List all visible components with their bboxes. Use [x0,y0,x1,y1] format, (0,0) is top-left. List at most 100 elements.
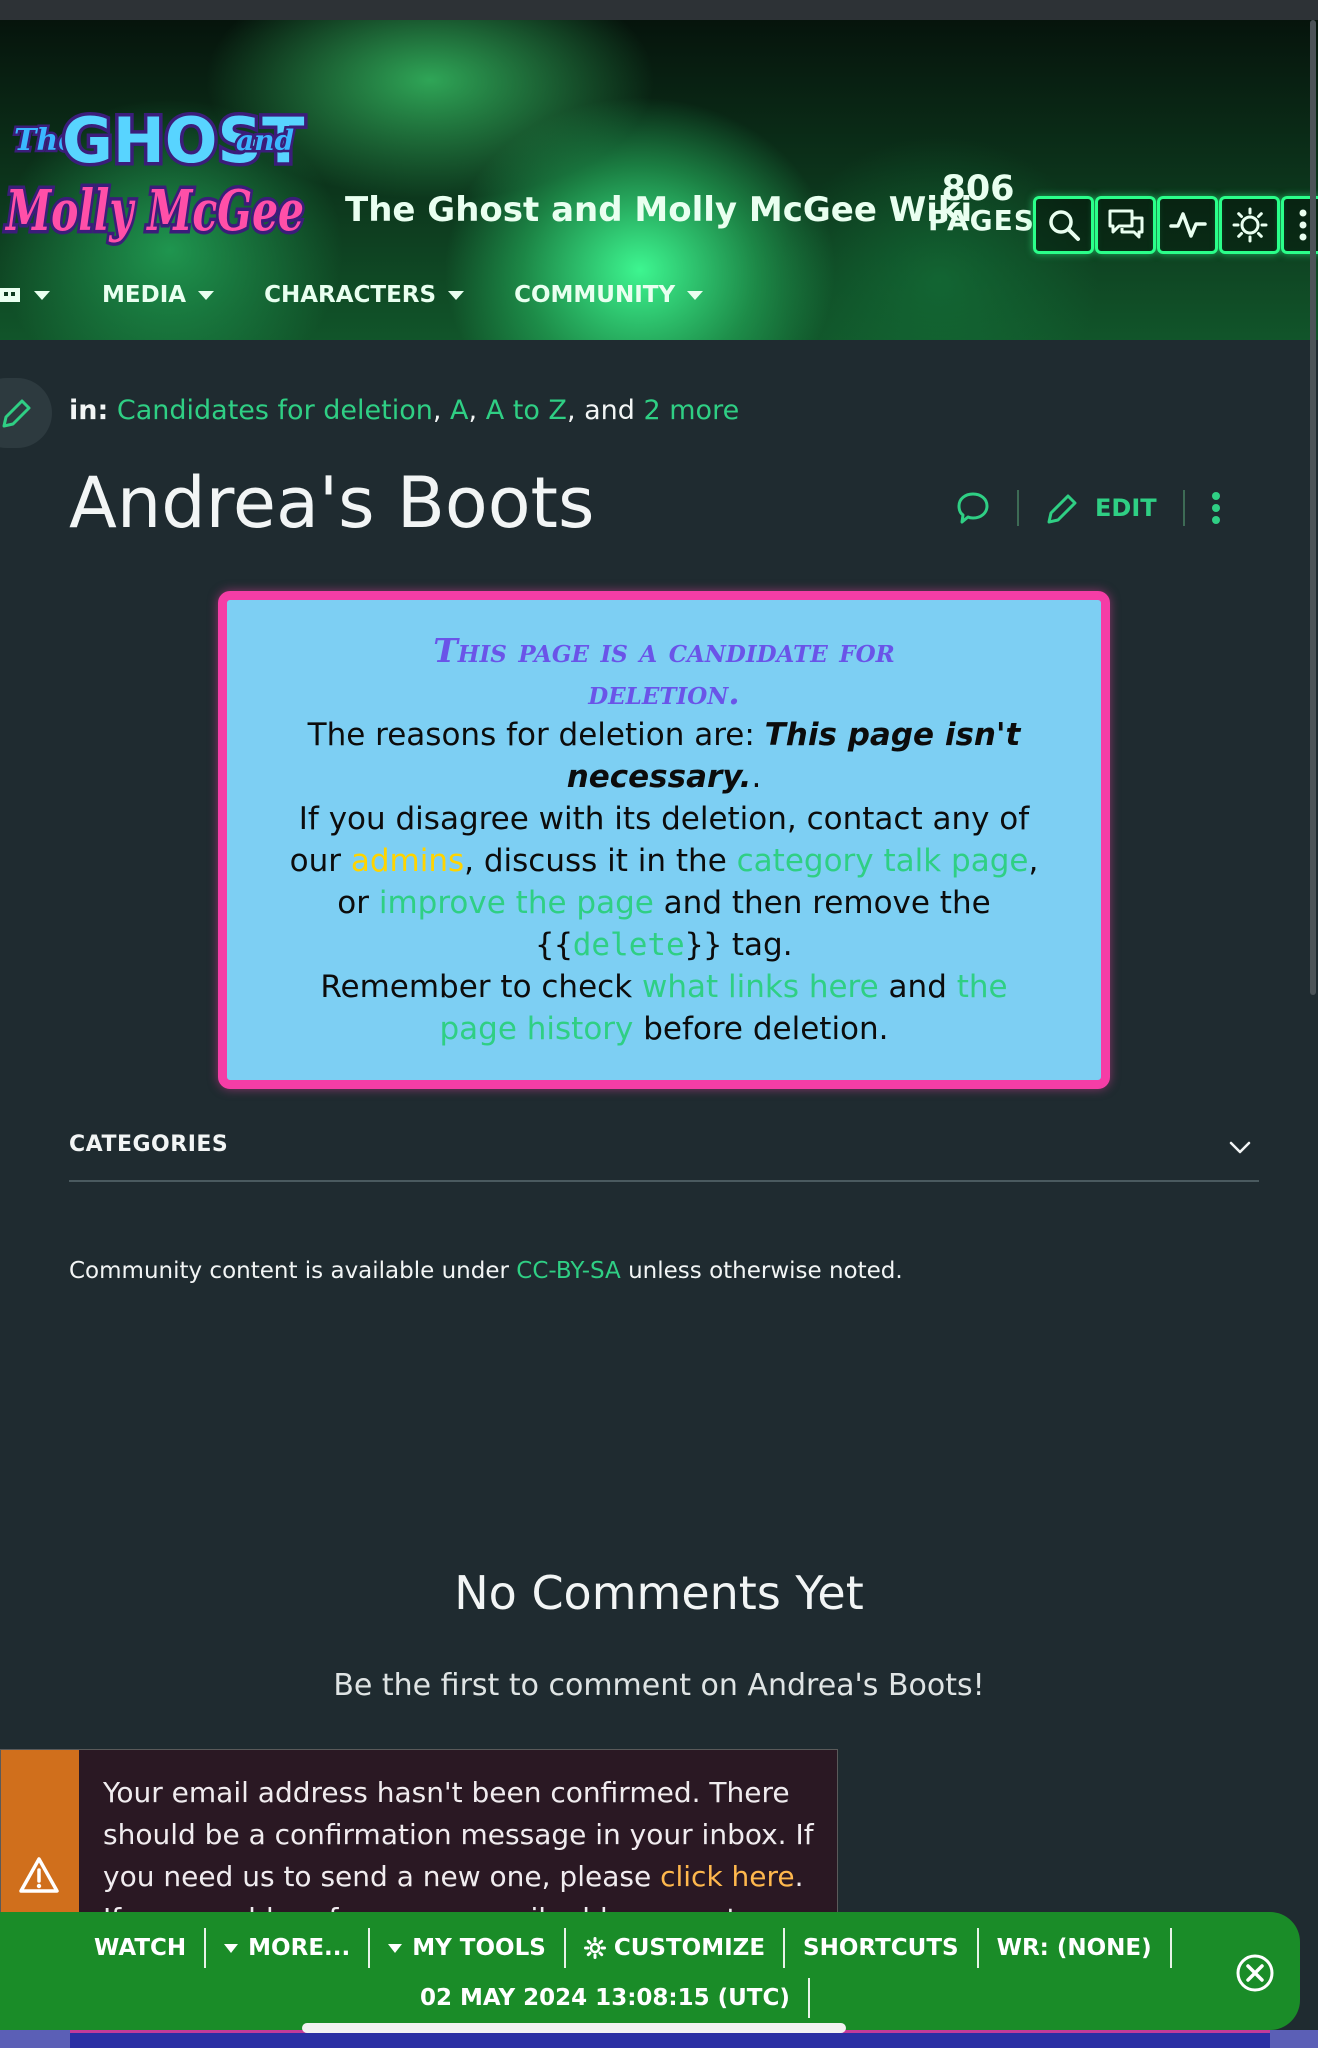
header-tools [1033,196,1318,254]
more-categories-link[interactable]: 2 more [644,395,740,426]
deletion-notice-heading: This page is a candidate for deletion. [433,631,895,712]
wiki-title[interactable]: The Ghost and Molly McGee Wiki [345,190,972,230]
theme-button[interactable] [1219,196,1280,254]
theme-icon [1232,207,1267,243]
license-notice: Community content is available under CC-… [69,1258,903,1284]
toolbar-row: WATCH MORE... MY TOOLS CUSTOMIZE SHORTCU… [76,1926,1172,1970]
browser-top-strip [0,0,1318,20]
in-label: in: [69,395,109,426]
shortcuts-button[interactable]: SHORTCUTS [785,1928,979,1968]
discussions-icon [1108,209,1143,239]
watch-button[interactable]: WATCH [76,1928,207,1968]
and-text: , and [566,395,635,426]
improve-page-link[interactable]: improve the page [379,885,654,921]
search-icon [1048,210,1080,241]
divider [1182,490,1185,526]
disagree-text: , discuss it in the [464,843,737,879]
my-tools-button[interactable]: MY TOOLS [370,1928,566,1968]
gear-icon [583,1937,606,1959]
discussions-button[interactable] [1095,196,1156,254]
wr-label: WR: (NONE) [996,1935,1152,1961]
nav-item-characters[interactable]: CHARACTERS [264,282,465,308]
category-breadcrumb: in: Candidates for deletion, A, A to Z, … [69,395,740,426]
warning-icon [19,1857,59,1893]
nav-item-label: MEDIA [102,282,187,308]
categories-toggle[interactable]: CATEGORIES [69,1132,1259,1182]
what-links-here-link[interactable]: what links here [642,969,879,1005]
nav-item-label: CHARACTERS [264,282,437,308]
home-icon [0,288,20,302]
bottom-toolbar: WATCH MORE... MY TOOLS CUSTOMIZE SHORTCU… [0,1912,1300,2030]
utc-clock[interactable]: 02 MAY 2024 13:08:15 (UTC) [402,1978,810,2018]
chevron-down-icon [34,290,50,300]
comments-subtext: Be the first to comment on Andrea's Boot… [333,1668,985,1703]
pencil-icon [1047,494,1077,524]
nav-item-community[interactable]: COMMUNITY [514,282,704,308]
pages-count-number: 806 [941,169,1015,209]
activity-icon [1168,212,1207,238]
gesture-home-bar[interactable] [302,2023,846,2033]
remember-text: before deletion. [633,1011,889,1047]
categories-label: CATEGORIES [69,1132,229,1157]
category-link[interactable]: A [450,395,468,426]
reason-suffix: . [751,759,762,795]
license-link[interactable]: CC-BY-SA [516,1258,621,1284]
logo-molly: Molly McGee [5,178,304,244]
disagree-text: tag. [722,927,793,963]
remember-text: and [878,969,957,1005]
pages-counter: 806 PAGES [928,169,1035,237]
category-link[interactable]: A to Z [486,395,567,426]
floating-edit-button[interactable] [0,378,52,448]
comment-icon[interactable] [955,490,991,526]
timestamp-label: 02 MAY 2024 13:08:15 (UTC) [420,1985,790,2011]
chevron-down-icon [198,290,215,300]
resend-confirmation-link[interactable]: click here [660,1860,795,1893]
wiki-logo[interactable]: The GHOST and Molly McGee [0,80,310,260]
pencil-icon [2,399,31,428]
remember-text: Remember to check [320,969,642,1005]
more-icon [1299,209,1306,241]
caret-down-icon [224,1943,239,1953]
more-menu-button[interactable]: MORE... [206,1928,371,1968]
disagree-text: and then remove the [653,885,991,921]
comments-heading: No Comments Yet [454,1566,864,1620]
page-title: Andrea's Boots [69,462,595,544]
deletion-notice-text: The reasons for deletion are: This page … [277,714,1051,1050]
deletion-notice-box: This page is a candidate for deletion. T… [218,591,1110,1089]
wiki-header: The GHOST and Molly McGee The Ghost and … [0,20,1318,340]
close-icon[interactable] [1235,1953,1275,1993]
category-link[interactable]: Candidates for deletion [117,395,433,426]
customize-label: CUSTOMIZE [613,1935,766,1961]
chevron-down-icon [687,290,704,300]
nav-item-label: COMMUNITY [514,282,676,308]
page-scrollbar[interactable] [1310,20,1316,995]
caret-down-icon [388,1943,403,1953]
more-label: MORE... [248,1935,351,1961]
toolbar-row-2: 02 MAY 2024 13:08:15 (UTC) [402,1978,810,2018]
logo-and: and [236,124,294,157]
activity-button[interactable] [1157,196,1218,254]
my-tools-label: MY TOOLS [412,1935,546,1961]
tag-open: {{ [535,927,573,963]
license-prefix: Community content is available under [69,1258,517,1284]
edit-label: EDIT [1095,494,1157,522]
divider [1017,490,1019,526]
search-button[interactable] [1033,196,1094,254]
nav-item-home[interactable] [0,284,50,306]
more-actions-icon[interactable] [1211,490,1221,526]
page-actions: EDIT [955,490,1221,526]
chevron-down-icon [1229,1141,1251,1154]
reasons-prefix: The reasons for deletion are: [307,717,765,753]
nav-item-media[interactable]: MEDIA [102,282,215,308]
license-suffix: unless otherwise noted. [620,1258,903,1284]
wr-indicator[interactable]: WR: (NONE) [979,1928,1172,1968]
tag-close: }} [684,927,723,963]
edit-button[interactable]: EDIT [1045,490,1157,526]
customize-button[interactable]: CUSTOMIZE [566,1928,786,1968]
admins-link[interactable]: admins [351,843,464,879]
main-nav: MEDIA CHARACTERS COMMUNITY [0,282,753,308]
shortcuts-label: SHORTCUTS [803,1935,959,1961]
delete-template-link[interactable]: delete [573,927,685,963]
category-talk-link[interactable]: category talk page [737,843,1029,879]
pages-count-label: PAGES [928,204,1035,237]
